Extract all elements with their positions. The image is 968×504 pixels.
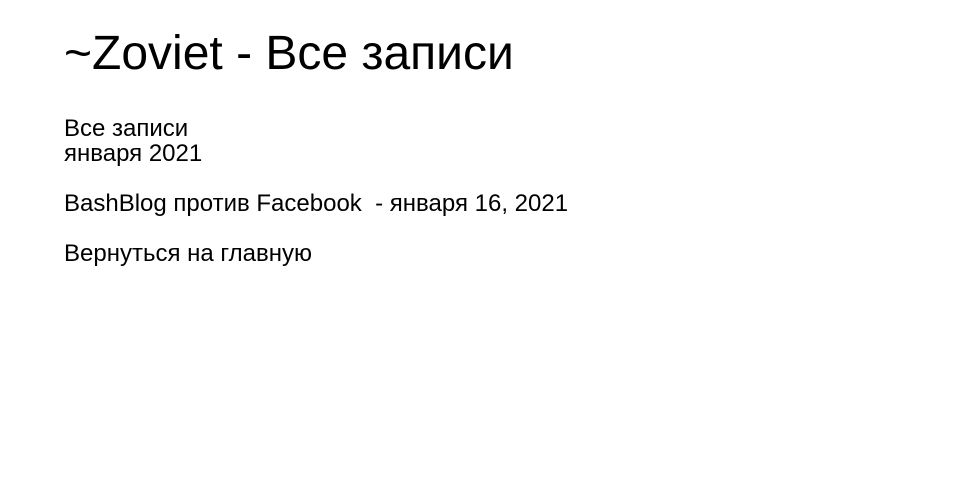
post-link[interactable]: BashBlog против Facebook — [64, 190, 362, 217]
site-title: ~Zoviet - Все записи — [64, 27, 514, 80]
archive-month: января 2021 — [64, 140, 203, 167]
page: ~Zoviet - Все записи Все записи января 2… — [0, 0, 968, 504]
archive-heading: Все записи — [64, 115, 189, 142]
post-date: - января 16, 2021 — [368, 190, 569, 217]
archive-content: Все записи января 2021 BashBlog против F… — [64, 116, 568, 266]
back-to-home-link[interactable]: Вернуться на главную — [64, 241, 568, 266]
list-item: BashBlog против Facebook - января 16, 20… — [64, 191, 568, 216]
